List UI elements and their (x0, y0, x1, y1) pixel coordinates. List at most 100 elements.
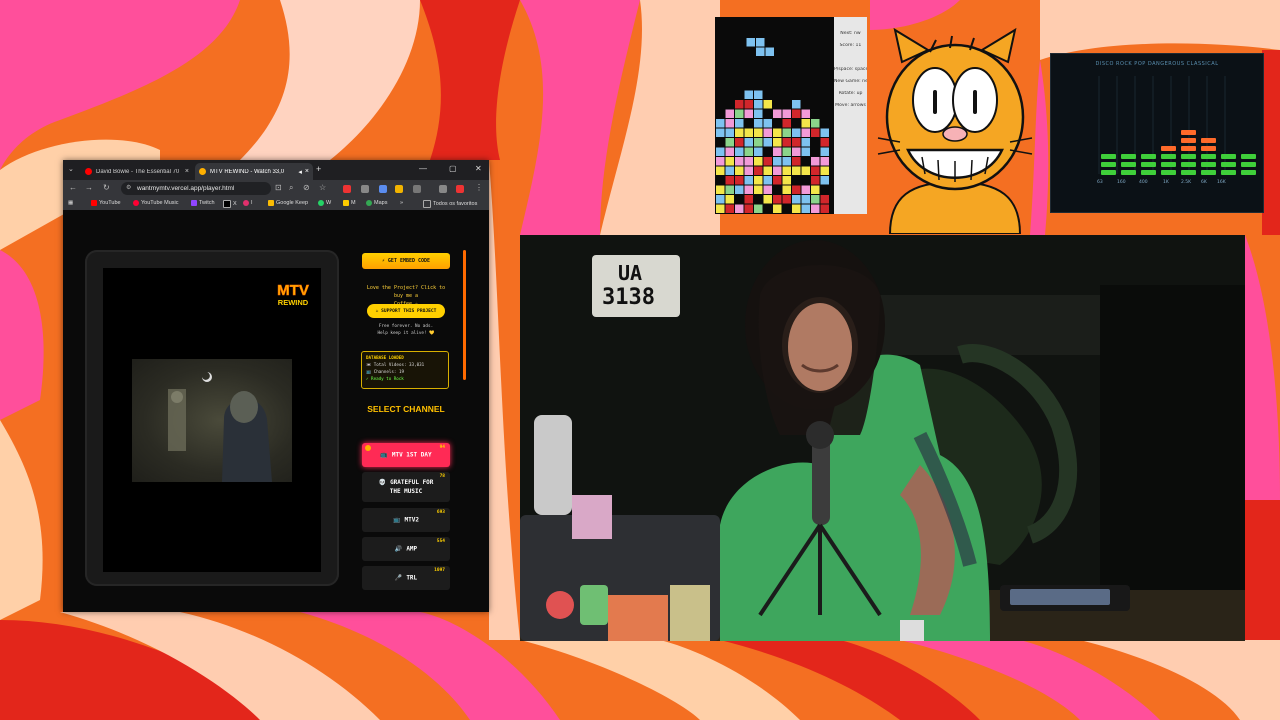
tetris-block (801, 185, 810, 194)
tetris-block (773, 157, 782, 166)
extension-icon[interactable] (439, 185, 447, 193)
extensions-puzzle-icon[interactable] (413, 185, 421, 193)
forward-icon[interactable]: → (85, 183, 93, 192)
eq-bar-segment (1181, 138, 1196, 143)
url-input[interactable]: ⚙ wantmymtv.vercel.app/player.html (121, 182, 271, 195)
extension-icon[interactable] (361, 185, 369, 193)
site-info-icon[interactable]: ⚙ (126, 182, 131, 195)
menu-kebab-icon[interactable]: ⋮ (475, 183, 483, 192)
channel-label: TRL (406, 574, 418, 582)
select-channel-heading: SELECT CHANNEL (367, 404, 445, 414)
close-icon[interactable]: × (185, 168, 189, 175)
freq-label: 2.5K (1181, 180, 1192, 185)
tetris-block (801, 119, 810, 128)
close-icon[interactable]: × (305, 168, 309, 175)
tetris-block (725, 166, 734, 175)
all-bookmarks[interactable]: Todos os favoritos (423, 200, 477, 208)
bookmark-x[interactable]: X (223, 200, 237, 208)
bookmark-twitch[interactable]: Twitch (191, 200, 215, 206)
bookmark-label: Todos os favoritos (433, 201, 478, 207)
tetris-block (782, 119, 791, 128)
channel-label: AMP (406, 545, 418, 553)
eq-bar-segment (1161, 146, 1176, 151)
apps-grid-icon[interactable]: ▦ (68, 200, 73, 206)
bookmark-google-keep[interactable]: Google Keep (268, 200, 308, 206)
tetris-block (735, 128, 744, 137)
tetris-block (744, 147, 753, 156)
new-tab-icon[interactable]: + (316, 164, 321, 174)
extension-icon[interactable] (343, 185, 351, 193)
bookmark-label: YouTube (99, 200, 121, 206)
tetris-block (811, 119, 820, 128)
tetris-block (716, 128, 725, 137)
bookmark-maps[interactable]: Maps (366, 200, 387, 206)
bookmark-i[interactable]: I (243, 200, 253, 206)
tetris-block (801, 128, 810, 137)
tab-search-icon[interactable]: ⌄ (68, 165, 74, 173)
extension-icon[interactable] (379, 185, 387, 193)
equalizer-display: DISCO ROCK POP DANGEROUS CLASSICAL 63 16… (1050, 53, 1264, 213)
bookmark-label: Maps (374, 200, 388, 206)
tetris-block (725, 138, 734, 147)
channel-trl[interactable]: 1097 🎤 TRL (362, 566, 450, 590)
tetris-block (763, 119, 772, 128)
bookmark-youtube-music[interactable]: YouTube Music (133, 200, 179, 206)
tab-mtv-rewind[interactable]: MTV REWIND - Watch 33,0 ◂ × (195, 163, 313, 180)
zoom-icon[interactable]: ⌕ (289, 183, 293, 193)
channel-label: MTV 1ST DAY (391, 451, 432, 459)
tetris-block (782, 166, 791, 175)
video-player[interactable]: MTV REWIND (103, 268, 321, 572)
eq-bar-segment (1161, 154, 1176, 159)
channel-amp[interactable]: 554 🔊 AMP (362, 537, 450, 561)
channel-mtv-1st-day[interactable]: 94 📺 MTV 1ST DAY (362, 443, 450, 467)
back-icon[interactable]: ← (69, 183, 77, 192)
maximize-icon[interactable]: ▢ (449, 164, 457, 173)
tetris-block (811, 166, 820, 175)
tetris-block (773, 147, 782, 156)
tetris-block (754, 119, 763, 128)
garfield-overlay (870, 22, 1040, 235)
freq-label: 400 (1139, 180, 1148, 185)
bookmark-m[interactable]: M (343, 200, 356, 206)
channel-grateful-for-the-music[interactable]: 78 💀 GRATEFUL FOR THE MUSIC (362, 472, 450, 502)
sidebar-scrollbar[interactable] (463, 250, 466, 380)
tetris-block (792, 185, 801, 194)
tetris-block (735, 109, 744, 118)
tetris-info-panel: Next: nw Score: 11 P/space: space New Ga… (834, 17, 867, 214)
tetris-block (820, 128, 829, 137)
reload-icon[interactable]: ↻ (103, 183, 110, 192)
eq-bar-segment (1181, 170, 1196, 175)
tetris-block (801, 109, 810, 118)
tetris-block (782, 147, 791, 156)
tetris-score: Score: 11 (839, 43, 862, 48)
tab-david-bowie[interactable]: David Bowie - The Essential 70 × (81, 163, 193, 180)
tetris-block (754, 176, 763, 185)
channel-count: 94 (439, 445, 445, 450)
close-window-icon[interactable]: ✕ (475, 164, 482, 173)
tetris-block (716, 204, 725, 213)
mtv-rewind-logo: MTV REWIND (275, 280, 311, 308)
minimize-icon[interactable]: — (419, 164, 427, 173)
chevron-right-icon[interactable]: » (400, 200, 403, 206)
channel-mtv2[interactable]: 693 📺 MTV2 (362, 508, 450, 532)
bookmark-youtube[interactable]: YouTube (91, 200, 121, 206)
tetris-block (820, 176, 829, 185)
extension-icon[interactable] (395, 185, 403, 193)
install-icon[interactable]: ⊡ (275, 183, 282, 192)
tetris-block (820, 195, 829, 204)
eq-bar-segment (1101, 154, 1116, 159)
freq-label: 16K (1217, 180, 1226, 185)
hide-icon[interactable]: ⊘ (303, 183, 310, 192)
speaker-icon[interactable]: ◂ (298, 168, 302, 176)
license-plate-decor: UA 3138 (592, 255, 680, 317)
profile-icon[interactable] (456, 185, 464, 193)
support-project-button[interactable]: ☕ SUPPORT THIS PROJECT (367, 304, 445, 318)
bookmark-w[interactable]: W (318, 200, 331, 206)
tetris-block (811, 185, 820, 194)
tetris-block (820, 157, 829, 166)
bookmark-star-icon[interactable]: ☆ (319, 183, 326, 192)
get-embed-code-button[interactable]: ⚡ GET EMBED CODE (362, 253, 450, 269)
logo-rewind-text: REWIND (278, 298, 309, 307)
tetris-block (801, 204, 810, 213)
tetris-block (744, 109, 753, 118)
